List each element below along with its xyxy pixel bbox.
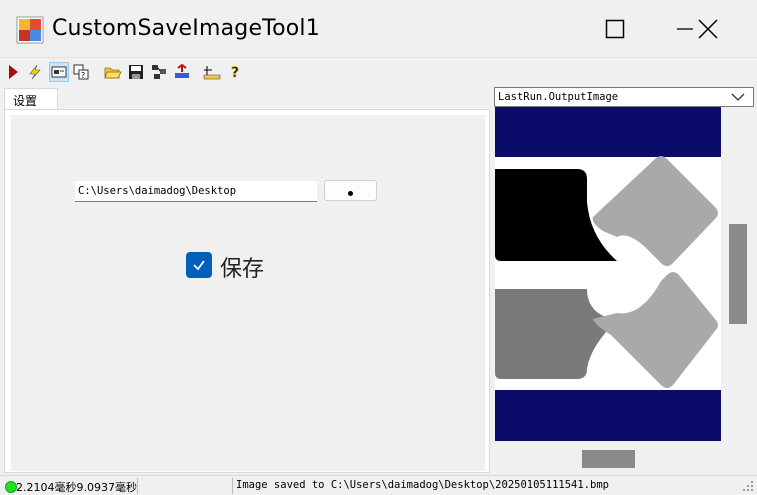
title-bar: CustomSaveImageTool1 [0,0,757,58]
app-icon [16,16,44,44]
output-image [495,107,721,441]
lightning-icon [29,64,41,80]
status-divider [137,478,138,494]
tab-strip: 设置 [0,86,490,111]
edit-tool-button[interactable] [49,62,69,82]
window-title: CustomSaveImageTool1 [52,16,320,41]
image-select[interactable]: LastRun.OutputImage [494,87,754,107]
help-button[interactable]: ? [226,62,246,82]
chevron-down-icon [731,93,745,101]
save-checkbox-label[interactable]: 保存 [220,251,264,283]
save-button[interactable] [126,62,146,82]
network-button[interactable] [149,62,169,82]
browse-button[interactable] [324,180,377,201]
tab-settings[interactable]: 设置 [4,88,58,111]
toolbar: ? ? [0,60,757,84]
graphic-icon: ? [73,64,89,80]
svg-text:?: ? [81,71,85,80]
maximize-button[interactable] [592,0,638,58]
status-divider [232,478,233,494]
open-button[interactable] [103,62,123,82]
image-select-value: LastRun.OutputImage [498,91,619,103]
edit-icon [51,66,67,78]
status-bar: 2.2104毫秒9.0937毫秒 Image saved to C:\Users… [0,475,757,495]
save-path-input[interactable]: C:\Users\daimadog\Desktop [75,181,317,202]
run-time-text: 2.2104毫秒9.0937毫秒 [16,481,137,494]
graphic-tool-button[interactable]: ? [71,62,91,82]
browse-dot-icon [348,191,353,196]
settings-panel: C:\Users\daimadog\Desktop 保存 [11,115,485,471]
help-icon: ? [231,65,240,80]
run-icon [9,65,18,79]
lightning-button[interactable] [25,62,45,82]
horizontal-scrollbar-thumb[interactable] [582,450,635,468]
import-button[interactable] [172,62,192,82]
status-message: Image saved to C:\Users\daimadog\Desktop… [236,479,609,491]
maximize-icon [605,19,625,39]
close-button[interactable] [685,0,731,58]
ruler-icon [203,66,221,80]
network-icon [152,65,166,79]
checkmark-icon [193,260,205,271]
import-icon [175,64,189,78]
save-icon [129,65,143,79]
close-icon [698,19,718,39]
svg-text:?: ? [231,65,239,80]
vertical-scrollbar-thumb[interactable] [729,224,747,324]
run-button[interactable] [3,62,23,82]
save-checkbox[interactable] [186,252,212,278]
resize-grip-icon[interactable] [742,480,754,492]
measure-button[interactable] [202,62,222,82]
settings-tab-page: C:\Users\daimadog\Desktop 保存 [4,109,490,473]
open-folder-icon [104,67,122,79]
